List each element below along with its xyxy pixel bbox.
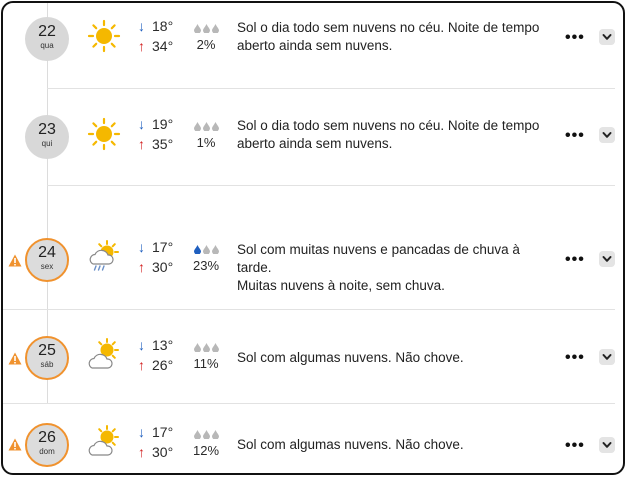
sun-icon [87,19,121,53]
more-options-icon[interactable]: ••• [565,438,585,454]
chevron-down-icon[interactable] [599,29,615,45]
day-weekday: qua [40,41,54,50]
min-arrow-icon: ↓ [138,116,145,132]
forecast-row-22[interactable]: 22 qua ↓ 18° ↑ 34° 2% Sol o dia todo sem n… [3,3,623,89]
max-temp: 30° [152,259,174,275]
rain-percent: 2% [196,37,216,52]
day-number: 23 [38,121,56,138]
max-arrow-icon: ↑ [138,259,145,275]
chevron-down-icon[interactable] [599,349,615,365]
chevron-down-icon[interactable] [599,251,615,267]
min-temp: 13° [152,337,174,353]
rain-percent: 23% [192,258,220,273]
rain-drops-icon [189,340,223,356]
chevron-down-icon[interactable] [599,127,615,143]
min-arrow-icon: ↓ [138,424,145,440]
sun-cloud-icon [88,425,119,456]
rain-chance: 2% [189,21,223,53]
temperatures: ↓ 13° ↑ 26° [138,336,173,376]
rain-chance: 1% [189,119,223,151]
chevron-down-icon[interactable] [599,437,615,453]
min-arrow-icon: ↓ [138,337,145,353]
rain-chance: 12% [189,427,223,459]
forecast-description: Sol com muitas nuvens e pancadas de chuv… [237,241,557,295]
desc-line: aberto ainda sem nuvens. [237,38,393,53]
max-temp: 30° [152,444,174,460]
max-arrow-icon: ↑ [138,136,145,152]
rain-drops-icon [189,242,223,258]
desc-line: Sol o dia todo sem nuvens no céu. Noite … [237,118,540,133]
desc-line: Muitas nuvens à noite, sem chuva. [237,278,445,293]
day-number: 24 [38,244,56,261]
rain-chance: 11% [189,340,223,372]
max-temp: 35° [152,136,174,152]
rain-drops-icon [189,119,223,135]
forecast-description: Sol o dia todo sem nuvens no céu. Noite … [237,19,557,55]
desc-line: aberto ainda sem nuvens. [237,136,393,151]
rain-percent: 12% [192,443,220,458]
sun-cloud-rain-icon [89,240,119,271]
min-arrow-icon: ↓ [138,239,145,255]
temperatures: ↓ 19° ↑ 35° [138,115,173,155]
day-weekday: sex [40,262,54,271]
desc-line: Sol com muitas nuvens e pancadas de chuv… [237,242,520,275]
row-divider [47,185,615,186]
rain-drops-icon [189,21,223,37]
forecast-row-25[interactable]: 25 sáb ↓ 13° ↑ 26° 11% Sol com algumas nuv… [3,310,623,404]
day-weekday: sáb [40,360,54,369]
rain-percent: 1% [196,135,216,150]
desc-line: Sol o dia todo sem nuvens no céu. Noite … [237,20,540,35]
rain-percent: 11% [193,356,219,371]
day-badge: 26 dom [25,423,69,467]
more-options-icon[interactable]: ••• [565,252,585,268]
warning-icon[interactable] [8,438,22,451]
min-temp: 18° [152,18,174,34]
temperatures: ↓ 17° ↑ 30° [138,238,173,278]
temperatures: ↓ 18° ↑ 34° [138,17,173,57]
min-temp: 17° [152,239,174,255]
max-temp: 26° [152,357,174,373]
forecast-row-26[interactable]: 26 dom ↓ 17° ↑ 30° 12% Sol com algumas nuv… [3,404,623,473]
more-options-icon[interactable]: ••• [565,350,585,366]
min-temp: 19° [152,116,174,132]
more-options-icon[interactable]: ••• [565,30,585,46]
forecast-description: Sol o dia todo sem nuvens no céu. Noite … [237,117,557,153]
sun-cloud-icon [88,338,119,369]
day-badge: 23 qui [25,115,69,159]
day-badge: 22 qua [25,17,69,61]
forecast-description: Sol com algumas nuvens. Não chove. [237,349,557,367]
max-arrow-icon: ↑ [138,444,145,460]
forecast-row-24[interactable]: 24 sex ↓ 17° ↑ 30° 23% Sol com muitas nu… [3,213,623,309]
min-temp: 17° [152,424,174,440]
day-number: 25 [38,342,56,359]
max-temp: 34° [152,38,174,54]
forecast-row-23[interactable]: 23 qui ↓ 19° ↑ 35° 1% Sol o dia todo sem n… [3,89,623,187]
desc-line: Sol com algumas nuvens. Não chove. [237,437,464,452]
day-weekday: qui [41,139,53,148]
sun-icon [87,117,121,151]
rain-drops-icon [189,427,223,443]
warning-icon[interactable] [8,352,22,365]
warning-icon[interactable] [8,254,22,267]
max-arrow-icon: ↑ [138,357,145,373]
day-badge: 24 sex [25,238,69,282]
day-badge: 25 sáb [25,336,69,380]
max-arrow-icon: ↑ [138,38,145,54]
desc-line: Sol com algumas nuvens. Não chove. [237,350,464,365]
temperatures: ↓ 17° ↑ 30° [138,423,173,463]
day-weekday: dom [39,447,55,456]
min-arrow-icon: ↓ [138,18,145,34]
day-number: 26 [38,429,56,446]
forecast-panel: 22 qua ↓ 18° ↑ 34° 2% Sol o dia todo sem n… [1,1,625,475]
rain-chance: 23% [189,242,223,274]
forecast-description: Sol com algumas nuvens. Não chove. [237,436,557,454]
day-number: 22 [38,23,56,40]
more-options-icon[interactable]: ••• [565,128,585,144]
